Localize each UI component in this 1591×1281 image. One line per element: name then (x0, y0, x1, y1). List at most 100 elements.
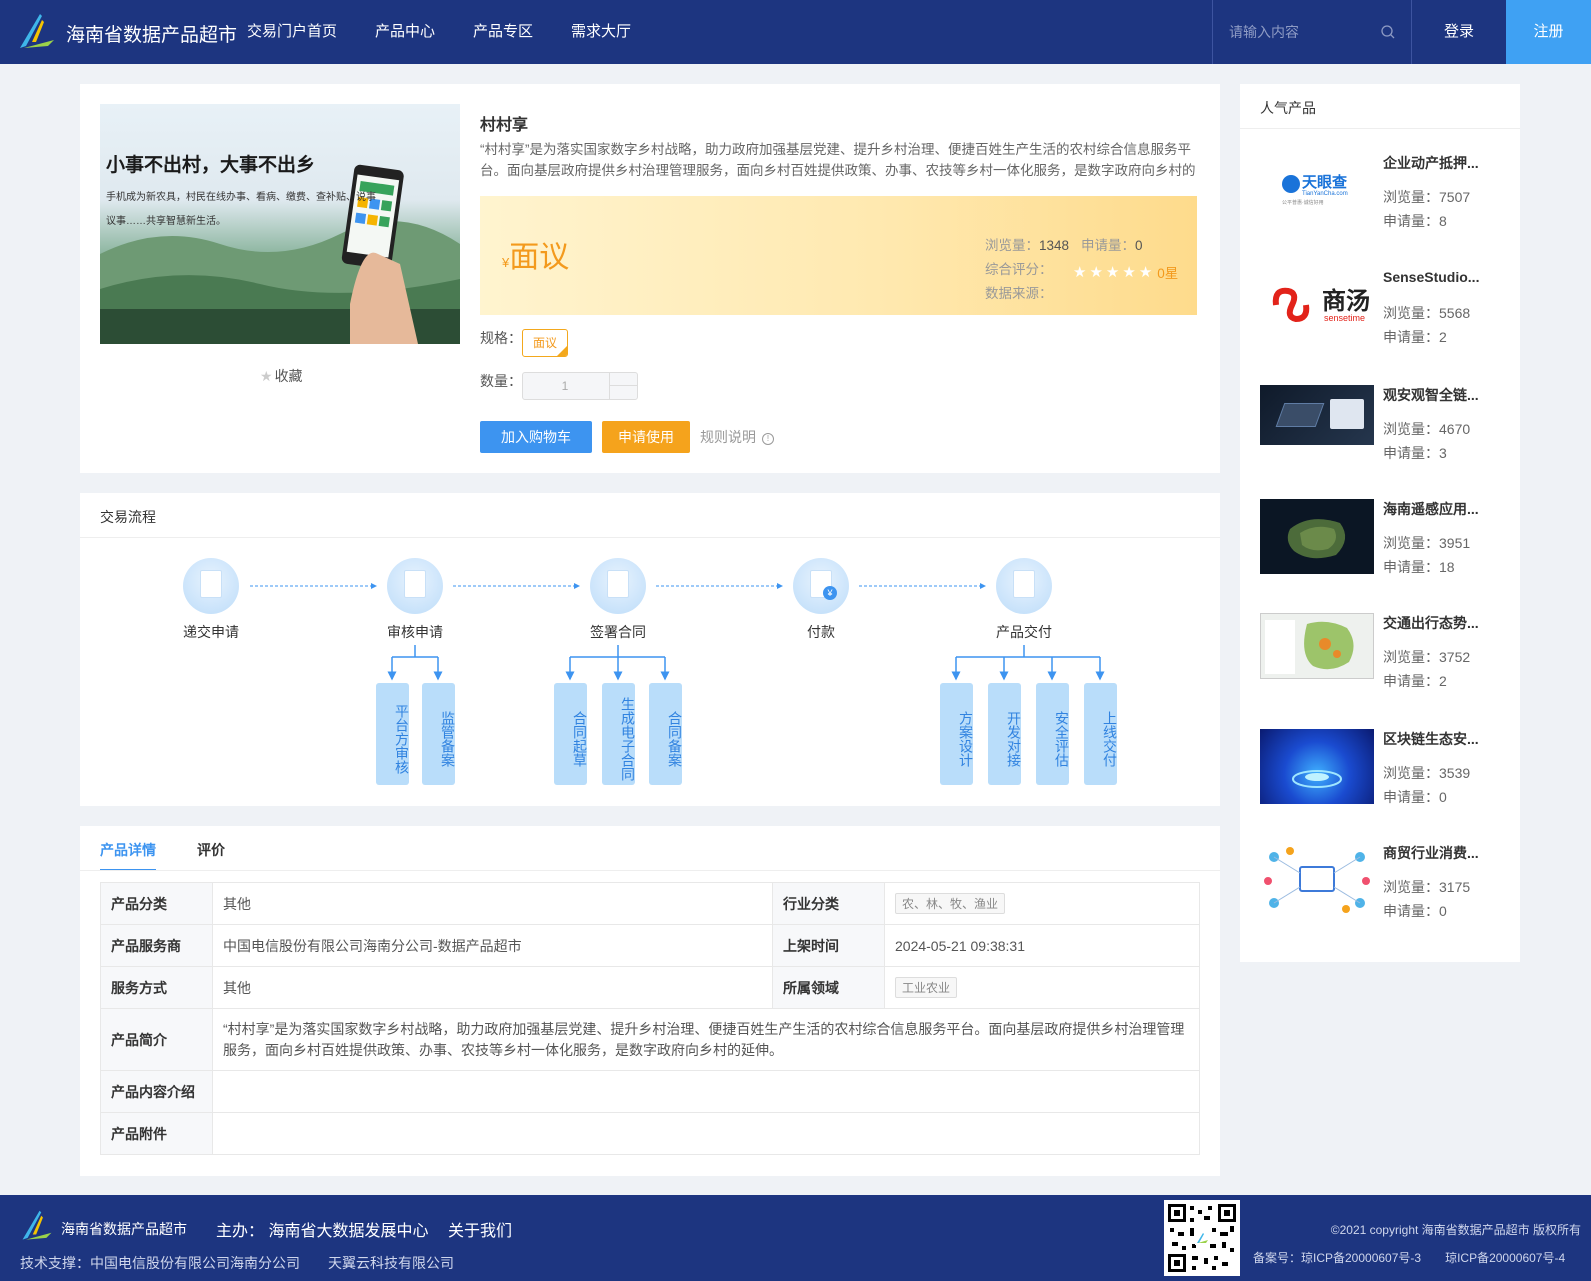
applies-value: 2 (1439, 673, 1447, 689)
popular-name: 商贸行业消费... (1383, 845, 1479, 861)
views-value: 4670 (1439, 421, 1471, 437)
popular-applies: 申请量：8 (1383, 211, 1447, 231)
views-stat: 浏览量：1348 (985, 234, 1069, 254)
views-label: 浏览量： (1383, 649, 1439, 665)
applies-label: 申请量： (1383, 673, 1439, 689)
popular-item[interactable]: 交通出行态势... 浏览量：3752 申请量：2 (1260, 613, 1500, 713)
popular-item[interactable]: 区块链生态安... 浏览量：3539 申请量：0 (1260, 729, 1500, 829)
logo-text: 天眼查 (1302, 174, 1348, 191)
logo-slogan: 公平普惠·诚信好用 (1282, 200, 1324, 206)
source-label: 数据来源： (985, 286, 1053, 301)
quantity-increase-button[interactable] (610, 373, 637, 386)
logo-subtext: TianYanCha.com (1302, 191, 1348, 197)
step-label: 审核申请 (387, 624, 443, 640)
table-row: 产品简介 “村村享”是为落实国家数字乡村战略，助力政府加强基层党建、提升乡村治理… (100, 1008, 1200, 1071)
nav-product-zone[interactable]: 产品专区 (473, 0, 533, 64)
table-value-cell: 农、林、牧、渔业 (884, 882, 1200, 925)
views-label: 浏览量： (985, 238, 1039, 253)
table-value: 2024-05-21 09:38:31 (884, 924, 1200, 967)
popular-views: 浏览量：3539 (1383, 763, 1470, 783)
popular-applies: 申请量：3 (1383, 443, 1447, 463)
apply-use-button[interactable]: 申请使用 (602, 421, 690, 453)
table-key: 所属领域 (772, 966, 885, 1009)
table-row: 产品内容介绍 (100, 1070, 1200, 1113)
nav-home[interactable]: 交易门户首页 (247, 0, 337, 64)
search-icon[interactable] (1381, 25, 1395, 39)
detail-table: 产品分类 其他 行业分类 农、林、牧、渔业 产品服务商 中国电信股份有限公司海南… (100, 882, 1200, 1155)
price: ¥面议 (502, 232, 569, 276)
step-label: 付款 (807, 624, 835, 640)
product-thumbnail: 商汤 sensetime (1260, 269, 1374, 344)
favorite-button[interactable]: ★ 收藏 (260, 366, 303, 386)
applies-value: 18 (1439, 559, 1455, 575)
info-icon: ! (762, 433, 774, 445)
table-key: 上架时间 (772, 924, 885, 967)
tab-reviews[interactable]: 评价 (197, 840, 225, 860)
views-value: 7507 (1439, 189, 1471, 205)
popular-item[interactable]: 商贸行业消费... 浏览量：3175 申请量：0 (1260, 843, 1500, 943)
currency-icon: ¥ (823, 586, 837, 600)
star-icon: ★ (1089, 264, 1103, 281)
views-label: 浏览量： (1383, 305, 1439, 321)
views-label: 浏览量： (1383, 421, 1439, 437)
popular-applies: 申请量：2 (1383, 327, 1447, 347)
table-key: 产品分类 (100, 882, 213, 925)
submit-application-icon (183, 558, 239, 614)
table-value-cell: 工业农业 (884, 966, 1200, 1009)
spec-label: 规格： (480, 330, 522, 346)
nav-product-center[interactable]: 产品中心 (375, 0, 435, 64)
login-button[interactable]: 登录 (1412, 0, 1506, 64)
site-logo-icon[interactable] (18, 12, 56, 52)
quantity-input[interactable] (523, 373, 607, 399)
site-title[interactable]: 海南省数据产品超市 (66, 20, 237, 47)
star-icon: ★ (1073, 264, 1087, 281)
divider (1240, 128, 1520, 129)
footer-tech-support: 技术支撑：中国电信股份有限公司海南分公司 天翼云科技有限公司 (20, 1255, 454, 1271)
table-value: 其他 (212, 882, 773, 925)
product-thumbnail (1260, 385, 1374, 445)
popular-item[interactable]: 天眼查 TianYanCha.com 公平普惠·诚信好用 企业动产抵押... 浏… (1260, 153, 1500, 253)
views-value: 3752 (1439, 649, 1471, 665)
popular-item[interactable]: 商汤 sensetime SenseStudio... 浏览量：5568 申请量… (1260, 269, 1500, 369)
star-icon: ★ (260, 368, 273, 384)
image-caption-2: 议事……共享智慧新生活。 (106, 216, 226, 227)
qr-code (1164, 1200, 1240, 1276)
rating-label: 综合评分： (985, 262, 1053, 277)
main-nav: 交易门户首页 产品中心 产品专区 需求大厅 (247, 0, 669, 64)
industry-tag: 农、林、牧、渔业 (895, 893, 1006, 914)
search-input[interactable] (1213, 0, 1373, 64)
applies-label: 申请量： (1383, 445, 1439, 461)
register-button[interactable]: 注册 (1506, 0, 1591, 64)
tab-product-detail[interactable]: 产品详情 (100, 840, 156, 860)
product-detail-panel: 产品详情 评价 产品分类 其他 行业分类 农、林、牧、渔业 产品服务商 中国电信… (80, 826, 1220, 1176)
table-key: 行业分类 (772, 882, 885, 925)
table-key: 服务方式 (100, 966, 213, 1009)
popular-title: 人气产品 (1260, 100, 1316, 116)
footer-icp[interactable]: 备案号：琼ICP备20000607号-3 琼ICP备20000607号-4 (1253, 1249, 1565, 1266)
views-label: 浏览量： (1383, 879, 1439, 895)
popular-views: 浏览量：3175 (1383, 877, 1470, 897)
popular-views: 浏览量：3752 (1383, 647, 1470, 667)
table-value: “村村享”是为落实国家数字乡村战略，助力政府加强基层党建、提升乡村治理、便捷百姓… (212, 1008, 1200, 1071)
popular-applies: 申请量：0 (1383, 901, 1447, 921)
applies-value: 0 (1135, 238, 1143, 253)
views-label: 浏览量： (1383, 535, 1439, 551)
spec-option[interactable]: 面议 (522, 329, 568, 357)
popular-item[interactable]: 海南遥感应用... 浏览量：3951 申请量：18 (1260, 499, 1500, 599)
about-us-link[interactable]: 关于我们 (448, 1217, 512, 1241)
top-header: 海南省数据产品超市 交易门户首页 产品中心 产品专区 需求大厅 登录 注册 (0, 0, 1591, 64)
rules-link[interactable]: 规则说明! (700, 421, 774, 453)
step-label: 产品交付 (996, 624, 1052, 640)
popular-name: 交通出行态势... (1383, 615, 1479, 631)
quantity-buttons (609, 373, 637, 399)
quantity-decrease-button[interactable] (610, 386, 637, 399)
review-application-icon (387, 558, 443, 614)
nav-demand-hall[interactable]: 需求大厅 (571, 0, 631, 64)
popular-item[interactable]: 观安观智全链... 浏览量：4670 申请量：3 (1260, 385, 1500, 485)
step-label: 签署合同 (590, 624, 646, 640)
payment-icon: ¥ (793, 558, 849, 614)
step-submit: 递交申请 (151, 558, 271, 642)
step-label: 递交申请 (183, 624, 239, 640)
table-row: 产品分类 其他 行业分类 农、林、牧、渔业 (100, 882, 1200, 925)
add-to-cart-button[interactable]: 加入购物车 (480, 421, 592, 453)
